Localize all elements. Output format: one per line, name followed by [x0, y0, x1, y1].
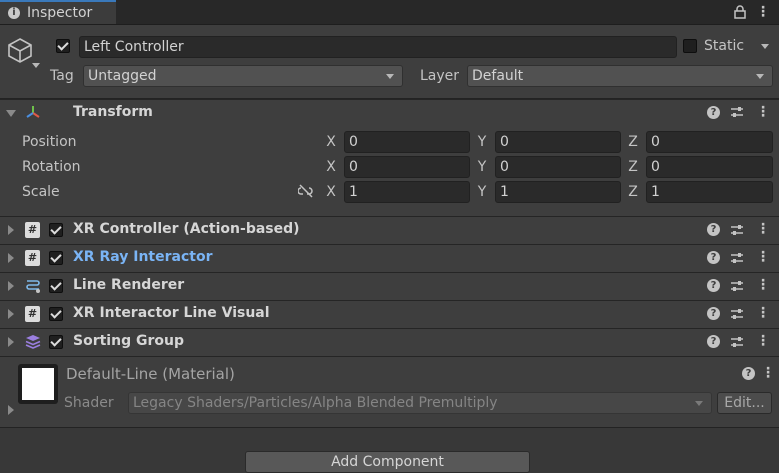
help-icon[interactable]: ? — [707, 223, 720, 236]
transform-row-label: Scale — [22, 184, 60, 200]
component-menu-icon[interactable]: ⋮ — [756, 277, 770, 293]
z-axis-label[interactable]: Z — [627, 134, 639, 150]
sorting-group-icon — [25, 335, 41, 349]
foldout-arrow[interactable] — [8, 309, 14, 319]
foldout-arrow[interactable] — [8, 337, 14, 347]
x-value-field[interactable]: 0 — [344, 156, 470, 178]
static-dropdown-caret[interactable] — [761, 44, 769, 49]
z-axis-label[interactable]: Z — [627, 159, 639, 175]
component-enabled-checkbox[interactable] — [49, 223, 63, 237]
tag-dropdown[interactable]: Untagged — [83, 65, 403, 87]
z-value-field[interactable]: 1 — [646, 181, 773, 203]
y-value-field[interactable]: 1 — [495, 181, 621, 203]
x-axis-label[interactable]: X — [325, 184, 337, 200]
z-value-field[interactable]: 0 — [646, 131, 773, 153]
component-enabled-checkbox[interactable] — [49, 335, 63, 349]
transform-title[interactable]: Transform — [73, 104, 153, 120]
component-enabled-checkbox[interactable] — [49, 307, 63, 321]
component-menu-icon[interactable]: ⋮ — [756, 333, 770, 349]
unlinked-scale-icon[interactable] — [298, 184, 314, 198]
transform-foldout-arrow[interactable] — [6, 110, 16, 117]
x-axis-label[interactable]: X — [325, 159, 337, 175]
x-axis-label[interactable]: X — [325, 134, 337, 150]
transform-row-label: Rotation — [22, 159, 81, 175]
preset-icon[interactable] — [730, 279, 744, 293]
add-component-button[interactable]: Add Component — [245, 451, 530, 473]
y-axis-label[interactable]: Y — [476, 134, 488, 150]
tag-label: Tag — [50, 68, 74, 84]
shader-value: Legacy Shaders/Particles/Alpha Blended P… — [133, 395, 498, 411]
transform-axes-icon — [26, 106, 40, 118]
material-preview-swatch — [22, 368, 54, 400]
chevron-down-icon — [756, 74, 764, 79]
foldout-arrow[interactable] — [8, 225, 14, 235]
y-axis-label[interactable]: Y — [476, 184, 488, 200]
static-label: Static — [704, 38, 745, 54]
tab-title: Inspector — [27, 5, 93, 21]
tab-inspector[interactable]: i Inspector — [0, 0, 116, 24]
shader-label: Shader — [64, 395, 114, 411]
preset-icon[interactable] — [730, 105, 744, 119]
help-icon[interactable]: ? — [707, 335, 720, 348]
material-foldout-arrow[interactable] — [8, 405, 14, 415]
x-value-field[interactable]: 0 — [344, 131, 470, 153]
component-title[interactable]: Sorting Group — [73, 333, 184, 349]
help-icon[interactable]: ? — [707, 106, 720, 119]
component-menu-icon[interactable]: ⋮ — [756, 249, 770, 265]
z-value-field[interactable]: 0 — [646, 156, 773, 178]
static-checkbox[interactable] — [683, 39, 697, 53]
line-renderer-icon — [26, 280, 40, 293]
tab-bar: i Inspector ⋮ — [0, 0, 779, 25]
script-icon: # — [25, 222, 40, 238]
tag-value: Untagged — [88, 68, 157, 84]
foldout-arrow[interactable] — [8, 253, 14, 263]
tab-menu-icon[interactable]: ⋮ — [756, 4, 770, 20]
layer-value: Default — [472, 68, 524, 84]
material-name: Default-Line (Material) — [66, 365, 235, 383]
z-axis-label[interactable]: Z — [627, 184, 639, 200]
script-icon: # — [25, 306, 40, 322]
gameobject-cube-icon — [8, 38, 32, 63]
y-value-field[interactable]: 0 — [495, 131, 621, 153]
component-menu-icon[interactable]: ⋮ — [756, 305, 770, 321]
chevron-down-icon — [386, 74, 394, 79]
material-menu-icon[interactable]: ⋮ — [761, 365, 775, 381]
preset-icon[interactable] — [730, 307, 744, 321]
foldout-arrow[interactable] — [8, 281, 14, 291]
component-title[interactable]: XR Interactor Line Visual — [73, 305, 270, 321]
preset-icon[interactable] — [730, 223, 744, 237]
layer-label: Layer — [420, 68, 460, 84]
lock-icon[interactable] — [734, 5, 746, 19]
component-enabled-checkbox[interactable] — [49, 251, 63, 265]
script-icon: # — [25, 250, 40, 266]
material-preview-frame — [18, 364, 58, 404]
shader-dropdown[interactable]: Legacy Shaders/Particles/Alpha Blended P… — [128, 392, 712, 414]
preset-icon[interactable] — [730, 335, 744, 349]
component-title[interactable]: XR Controller (Action-based) — [73, 221, 300, 237]
x-value-field[interactable]: 1 — [344, 181, 470, 203]
help-icon[interactable]: ? — [707, 279, 720, 292]
info-icon: i — [8, 7, 20, 19]
component-menu-icon[interactable]: ⋮ — [756, 104, 770, 120]
component-title[interactable]: Line Renderer — [73, 277, 184, 293]
component-enabled-checkbox[interactable] — [49, 279, 63, 293]
shader-edit-button[interactable]: Edit... — [717, 392, 772, 414]
help-icon[interactable]: ? — [707, 251, 720, 264]
help-icon[interactable]: ? — [742, 367, 755, 380]
component-menu-icon[interactable]: ⋮ — [756, 221, 770, 237]
transform-row-label: Position — [22, 134, 77, 150]
preset-icon[interactable] — [730, 251, 744, 265]
object-name-field[interactable]: Left Controller — [79, 36, 677, 58]
y-axis-label[interactable]: Y — [476, 159, 488, 175]
component-title[interactable]: XR Ray Interactor — [73, 249, 212, 265]
help-icon[interactable]: ? — [707, 307, 720, 320]
layer-dropdown[interactable]: Default — [467, 65, 773, 87]
active-checkbox[interactable] — [56, 39, 70, 53]
chevron-down-icon — [695, 401, 703, 406]
y-value-field[interactable]: 0 — [495, 156, 621, 178]
icon-dropdown-caret[interactable] — [32, 63, 40, 68]
